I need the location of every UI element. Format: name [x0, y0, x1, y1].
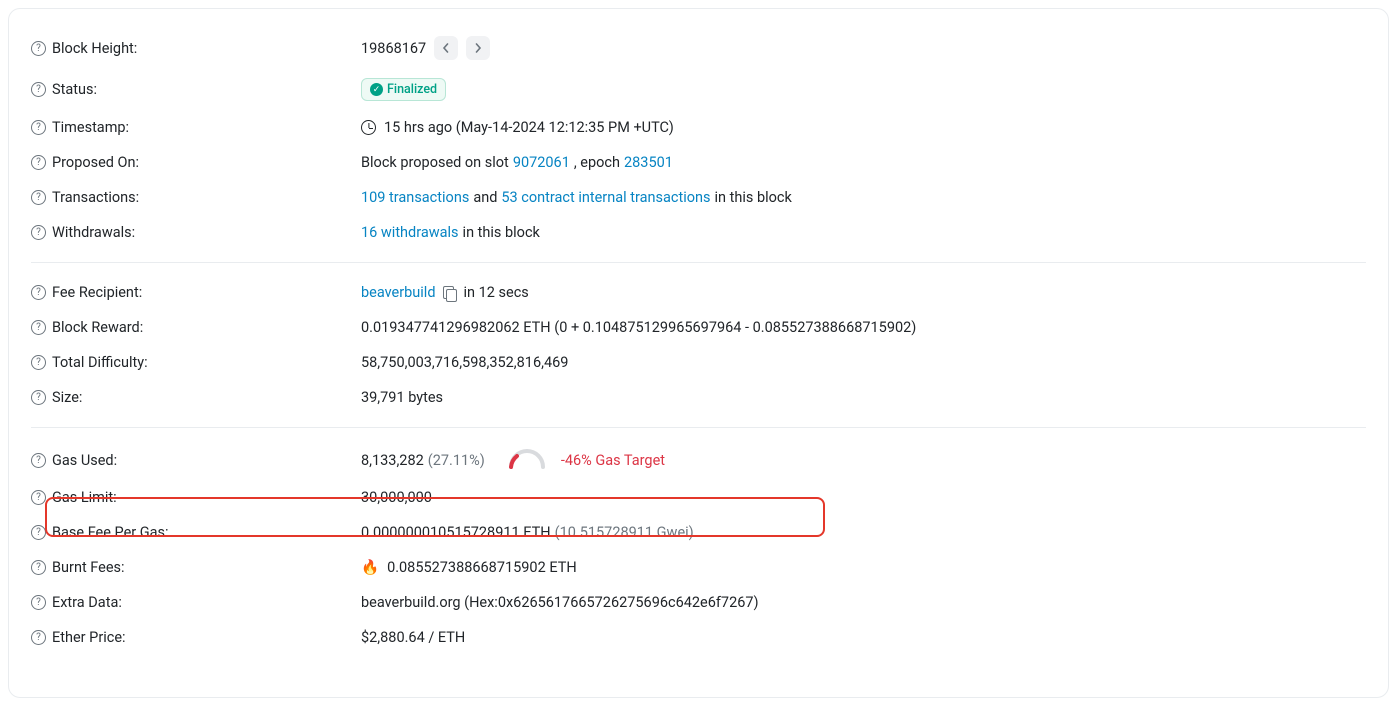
help-icon[interactable]: ?: [31, 453, 46, 468]
value-base-fee-eth: 0.000000010515728911 ETH: [361, 524, 551, 541]
gas-gauge-icon: [507, 449, 547, 471]
help-icon[interactable]: ?: [31, 355, 46, 370]
label-block-height: Block Height:: [52, 40, 137, 57]
label-timestamp: Timestamp:: [52, 119, 129, 136]
label-ether-price: Ether Price:: [52, 629, 126, 646]
fee-recipient-suffix: in 12 secs: [464, 284, 529, 301]
help-icon[interactable]: ?: [31, 190, 46, 205]
help-icon[interactable]: ?: [31, 390, 46, 405]
label-block-reward: Block Reward:: [52, 319, 143, 336]
row-gas-limit: ? Gas Limit: 30,000,000: [31, 480, 1366, 515]
transactions-link[interactable]: 109 transactions: [361, 189, 469, 206]
help-icon[interactable]: ?: [31, 630, 46, 645]
help-icon[interactable]: ?: [31, 490, 46, 505]
value-base-fee-gwei: (10.515728911 Gwei): [555, 524, 694, 541]
row-burnt-fees: ? Burnt Fees: 🔥 0.085527388668715902 ETH: [31, 550, 1366, 585]
label-size: Size:: [52, 389, 82, 406]
prev-block-button[interactable]: [434, 36, 458, 60]
label-gas-limit: Gas Limit:: [52, 489, 117, 506]
gas-used-pct: (27.11%): [428, 452, 485, 469]
row-gas-used: ? Gas Used: 8,133,282(27.11%) -46% Gas T…: [31, 440, 1366, 480]
help-icon[interactable]: ?: [31, 41, 46, 56]
row-extra-data: ? Extra Data: beaverbuild.org (Hex:0x626…: [31, 585, 1366, 620]
proposed-prefix: Block proposed on slot: [361, 154, 509, 171]
row-block-reward: ? Block Reward: 0.019347741296982062 ETH…: [31, 310, 1366, 345]
row-block-height: ? Block Height: 19868167: [31, 27, 1366, 69]
value-ether-price: $2,880.64 / ETH: [361, 629, 465, 646]
proposed-mid: , epoch: [574, 154, 620, 171]
help-icon[interactable]: ?: [31, 595, 46, 610]
row-status: ? Status: ✓ Finalized: [31, 69, 1366, 110]
clock-icon: [361, 120, 376, 135]
row-proposed-on: ? Proposed On: Block proposed on slot 90…: [31, 145, 1366, 180]
value-gas-limit: 30,000,000: [361, 489, 432, 506]
label-fee-recipient: Fee Recipient:: [52, 284, 142, 301]
gas-target: -46% Gas Target: [561, 452, 665, 469]
row-fee-recipient: ? Fee Recipient: beaverbuild in 12 secs: [31, 275, 1366, 310]
slot-link[interactable]: 9072061: [513, 154, 570, 171]
row-size: ? Size: 39,791 bytes: [31, 380, 1366, 415]
help-icon[interactable]: ?: [31, 225, 46, 240]
tx-mid: and: [473, 189, 497, 206]
withdrawals-suffix: in this block: [463, 224, 540, 241]
label-gas-used: Gas Used:: [52, 452, 117, 469]
label-burnt-fees: Burnt Fees:: [52, 559, 125, 576]
copy-icon[interactable]: [443, 286, 457, 300]
value-gas-used: 8,133,282: [361, 452, 424, 469]
help-icon[interactable]: ?: [31, 560, 46, 575]
help-icon[interactable]: ?: [31, 120, 46, 135]
row-transactions: ? Transactions: 109 transactions and 53 …: [31, 180, 1366, 215]
value-burnt-fees: 0.085527388668715902 ETH: [387, 559, 577, 576]
row-timestamp: ? Timestamp: 15 hrs ago (May-14-2024 12:…: [31, 110, 1366, 145]
value-timestamp: 15 hrs ago (May-14-2024 12:12:35 PM +UTC…: [384, 119, 674, 136]
epoch-link[interactable]: 283501: [624, 154, 673, 171]
next-block-button[interactable]: [466, 36, 490, 60]
check-icon: ✓: [370, 83, 383, 96]
divider: [31, 427, 1366, 428]
fee-recipient-link[interactable]: beaverbuild: [361, 284, 436, 301]
fire-icon: 🔥: [361, 559, 379, 576]
help-icon[interactable]: ?: [31, 525, 46, 540]
help-icon[interactable]: ?: [31, 155, 46, 170]
divider: [31, 262, 1366, 263]
label-status: Status:: [52, 81, 97, 98]
row-base-fee: ? Base Fee Per Gas: 0.000000010515728911…: [31, 515, 1366, 550]
label-transactions: Transactions:: [52, 189, 139, 206]
chevron-right-icon: [473, 43, 483, 53]
value-block-reward: 0.019347741296982062 ETH (0 + 0.10487512…: [361, 319, 916, 336]
label-proposed-on: Proposed On:: [52, 154, 139, 171]
value-size: 39,791 bytes: [361, 389, 443, 406]
status-badge: ✓ Finalized: [361, 78, 446, 101]
block-details-card: ? Block Height: 19868167 ? Status: ✓ Fin…: [8, 8, 1389, 698]
internal-tx-link[interactable]: 53 contract internal transactions: [501, 189, 710, 206]
label-extra-data: Extra Data:: [52, 594, 122, 611]
value-block-height: 19868167: [361, 40, 426, 57]
label-total-difficulty: Total Difficulty:: [52, 354, 148, 371]
value-extra-data: beaverbuild.org (Hex:0x62656176657262756…: [361, 594, 759, 611]
chevron-left-icon: [441, 43, 451, 53]
status-text: Finalized: [387, 82, 437, 97]
row-withdrawals: ? Withdrawals: 16 withdrawals in this bl…: [31, 215, 1366, 250]
label-withdrawals: Withdrawals:: [52, 224, 135, 241]
tx-suffix: in this block: [715, 189, 792, 206]
help-icon[interactable]: ?: [31, 285, 46, 300]
row-ether-price: ? Ether Price: $2,880.64 / ETH: [31, 620, 1366, 655]
row-total-difficulty: ? Total Difficulty: 58,750,003,716,598,3…: [31, 345, 1366, 380]
help-icon[interactable]: ?: [31, 82, 46, 97]
label-base-fee: Base Fee Per Gas:: [52, 524, 169, 541]
withdrawals-link[interactable]: 16 withdrawals: [361, 224, 459, 241]
help-icon[interactable]: ?: [31, 320, 46, 335]
value-total-difficulty: 58,750,003,716,598,352,816,469: [361, 354, 568, 371]
